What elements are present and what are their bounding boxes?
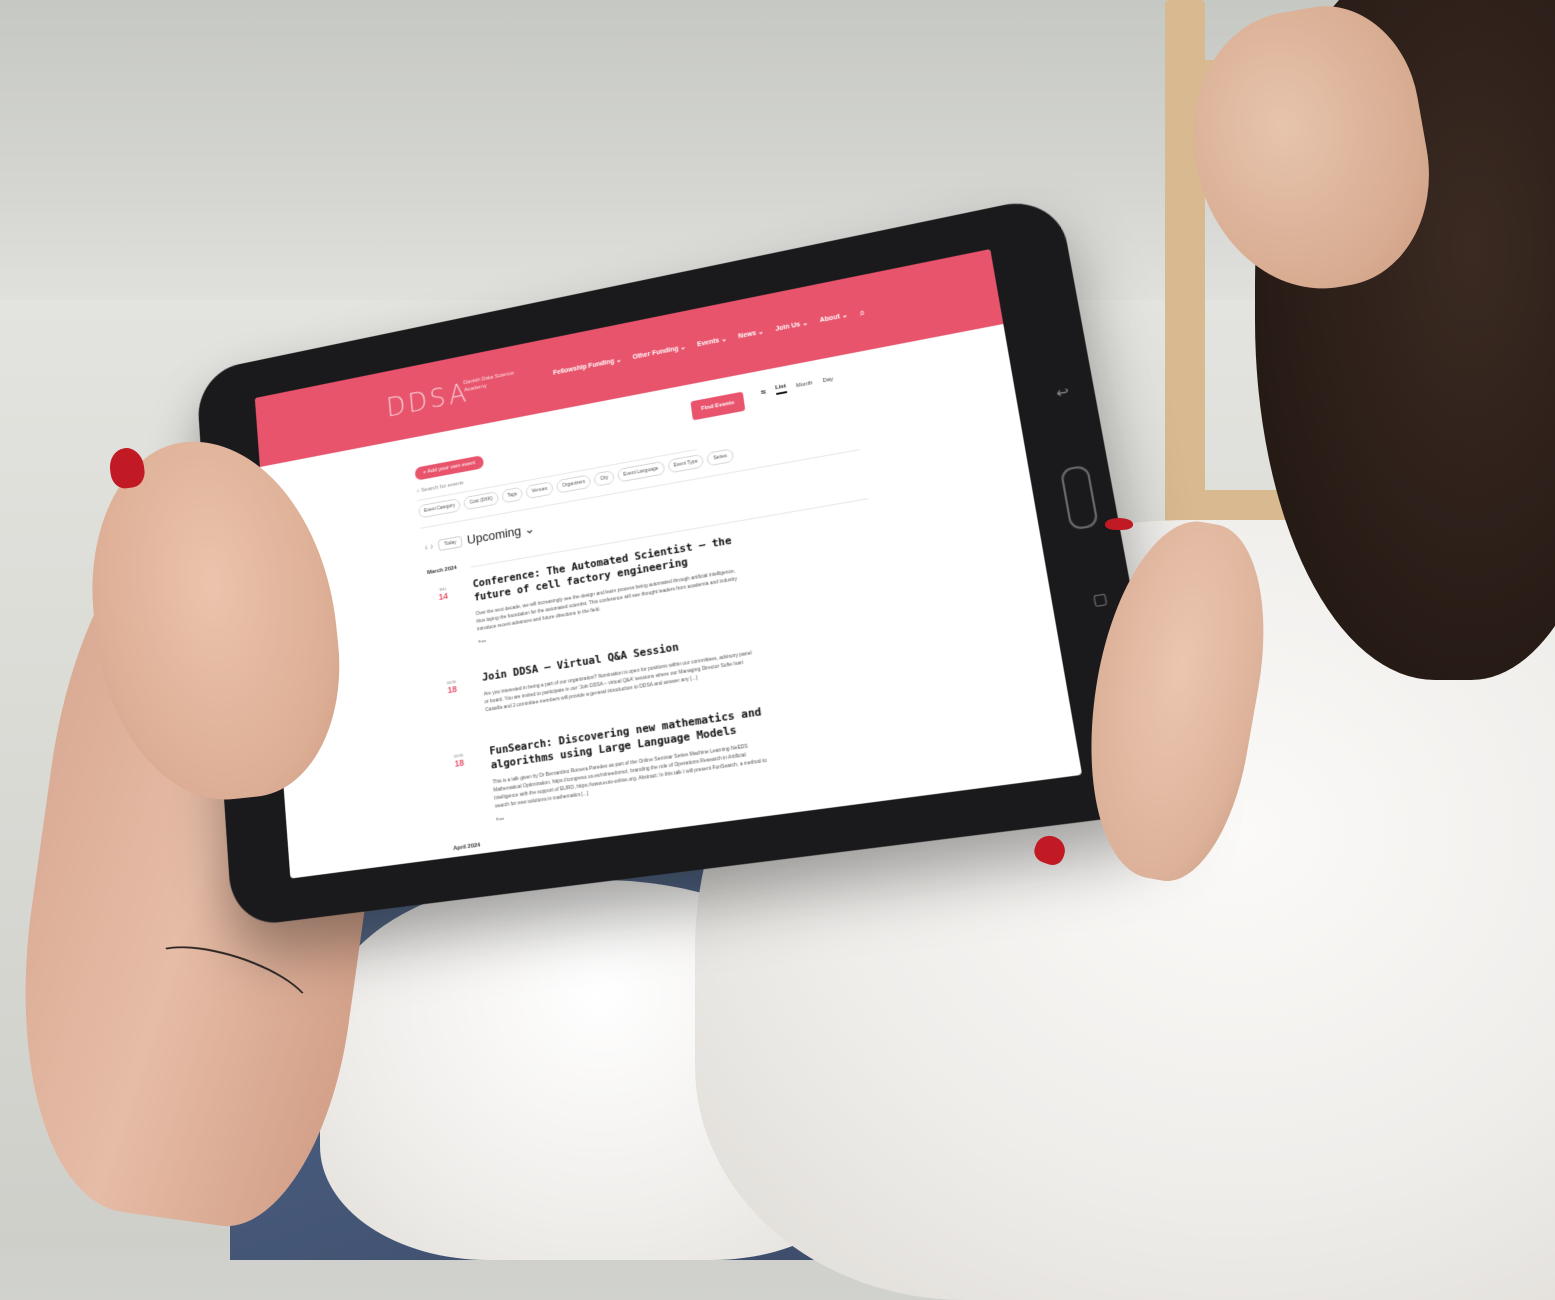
- site-logo[interactable]: DDSA: [385, 377, 470, 423]
- nav-other-funding[interactable]: Other Funding ⌄: [632, 343, 686, 364]
- view-day-tab[interactable]: Day: [822, 376, 834, 384]
- event-item: MON 18 FunSearch: Discovering new mathem…: [444, 704, 775, 827]
- list-navigation: ‹ › Today Upcoming ⌄: [424, 521, 535, 555]
- filter-venues[interactable]: Venues: [525, 481, 554, 500]
- upcoming-dropdown[interactable]: Upcoming ⌄: [466, 521, 535, 548]
- add-event-button[interactable]: + Add your own event: [414, 455, 485, 481]
- search-placeholder: Search for events: [420, 480, 464, 494]
- event-date: MON 18: [437, 678, 466, 697]
- filter-toggle-icon[interactable]: ⇆: [760, 389, 767, 397]
- event-date: THU 14: [429, 585, 458, 604]
- nav-join-us[interactable]: Join Us ⌄: [775, 319, 809, 336]
- home-button[interactable]: [1059, 464, 1100, 531]
- filter-cost[interactable]: Cost (DKK): [463, 491, 499, 511]
- view-list-tab[interactable]: List: [775, 383, 787, 395]
- main-nav: Fellowship Funding ⌄ Other Funding ⌄ Eve…: [553, 308, 866, 380]
- fingernail: [1105, 518, 1133, 530]
- filter-event-language[interactable]: Event Language: [617, 460, 665, 483]
- filter-series[interactable]: Series: [706, 448, 734, 467]
- nav-events[interactable]: Events ⌄: [697, 335, 728, 351]
- prev-next-arrows-icon[interactable]: ‹ ›: [424, 541, 434, 553]
- search-icon: ⌕: [416, 488, 421, 495]
- filter-city[interactable]: City: [593, 470, 615, 487]
- filter-tags[interactable]: Tags: [501, 486, 524, 504]
- search-icon[interactable]: ⌕: [859, 308, 866, 319]
- filter-organizers[interactable]: Organizers: [555, 474, 592, 494]
- month-separator: March 2024: [426, 565, 458, 577]
- tablet-screen: DDSA Danish Data Science Academy Fellows…: [254, 249, 1083, 879]
- filter-event-category[interactable]: Event Category: [418, 497, 462, 519]
- nav-about[interactable]: About ⌄: [819, 311, 848, 327]
- month-separator: April 2024: [453, 842, 481, 853]
- find-events-button[interactable]: Find Events: [690, 391, 746, 421]
- filter-event-type[interactable]: Event Type: [667, 453, 705, 474]
- nav-news[interactable]: News ⌄: [738, 328, 765, 343]
- event-date: MON 18: [444, 751, 473, 770]
- view-switcher: ⇆ List Month Day: [760, 375, 834, 398]
- logo-subtitle: Danish Data Science Academy: [463, 370, 515, 394]
- back-icon: ↩: [1054, 383, 1071, 402]
- nav-fellowship-funding[interactable]: Fellowship Funding ⌄: [553, 356, 622, 380]
- recent-apps-icon: ▢: [1091, 589, 1109, 609]
- event-item: THU 14 Conference: The Automated Scienti…: [428, 532, 750, 651]
- view-month-tab[interactable]: Month: [796, 380, 813, 389]
- today-button[interactable]: Today: [438, 535, 463, 552]
